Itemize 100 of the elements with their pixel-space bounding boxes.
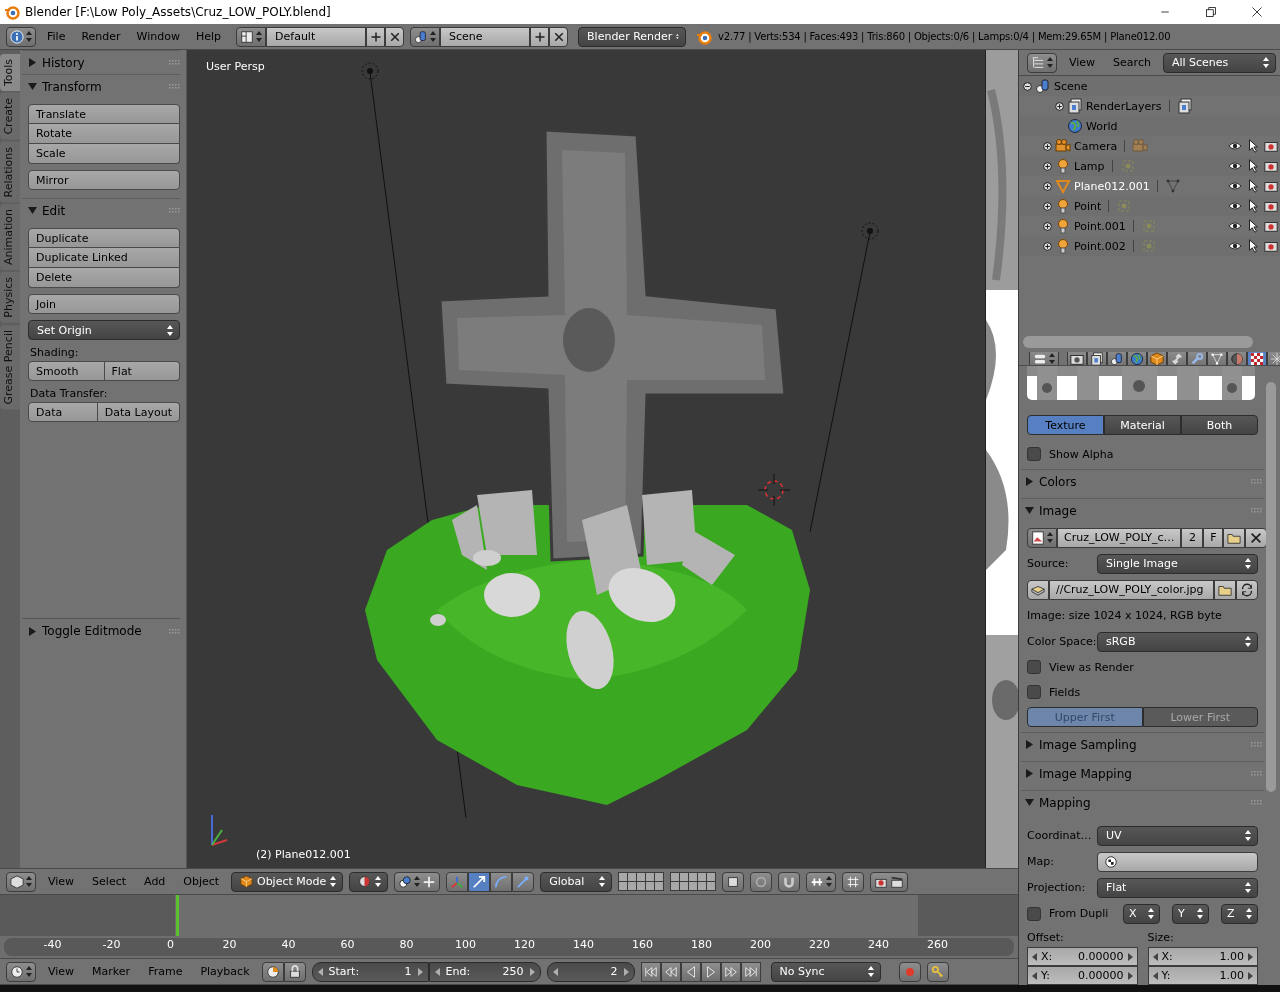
render-button[interactable] [870, 871, 909, 892]
tool-button[interactable]: Scale [28, 144, 180, 164]
menu-item[interactable]: Playback [194, 965, 256, 978]
menu-item[interactable]: Render [76, 30, 126, 43]
decrement-arrow-icon[interactable] [1032, 971, 1037, 980]
render-camera-icon[interactable] [1264, 239, 1278, 253]
sidebar-tab[interactable]: Grease Pencil [0, 324, 20, 410]
eye-icon[interactable] [1228, 219, 1242, 233]
increment-arrow-icon[interactable] [1248, 952, 1253, 961]
editor-type-button[interactable] [6, 961, 36, 982]
orientation-dropdown[interactable]: Global [540, 871, 613, 892]
panel-title[interactable]: Image Sampling [1039, 737, 1137, 752]
axis-dropdown[interactable]: X [1123, 903, 1160, 924]
menu-item[interactable]: View [42, 965, 81, 978]
add-button[interactable] [530, 26, 550, 47]
open-file-button[interactable] [1223, 527, 1246, 548]
expand-icon[interactable] [1043, 241, 1052, 251]
coordinates-dropdown[interactable]: UV [1097, 825, 1258, 846]
translate-tool-button[interactable] [468, 871, 491, 892]
expand-triangle-icon[interactable] [1025, 769, 1034, 778]
grip-icon[interactable] [1251, 771, 1262, 776]
scene-browse-button[interactable] [410, 26, 441, 47]
segment-button[interactable]: Material [1104, 415, 1181, 435]
decrement-arrow-icon[interactable] [317, 967, 323, 976]
number-field[interactable]: X: 1.00 [1147, 947, 1258, 966]
globe-icon[interactable] [1067, 118, 1083, 134]
decrement-arrow-icon[interactable] [552, 967, 558, 976]
number-field[interactable]: Y: 0.00000 [1027, 966, 1138, 985]
mode-dropdown[interactable]: Object Mode [231, 871, 344, 892]
mesh-data-icon[interactable] [1164, 178, 1181, 194]
start-frame-field[interactable]: Start: 1 [311, 961, 429, 982]
editor-type-button[interactable] [6, 26, 36, 47]
tree-item[interactable]: Plane012.001 [1074, 179, 1150, 193]
decrement-arrow-icon[interactable] [1032, 952, 1037, 961]
menu-item[interactable]: Marker [86, 965, 137, 978]
expand-icon[interactable] [1043, 221, 1052, 231]
delete-button[interactable] [385, 26, 405, 47]
render-camera-icon[interactable] [1264, 159, 1278, 173]
segment-button[interactable]: Lower First [1142, 707, 1258, 727]
sidebar-tab[interactable]: Tools [0, 54, 20, 92]
tree-item[interactable]: Point.002 [1074, 239, 1126, 253]
sidebar-tab[interactable]: Animation [0, 204, 20, 271]
3d-cursor-icon[interactable] [757, 473, 791, 507]
decrement-arrow-icon[interactable] [1152, 971, 1158, 980]
display-mode-dropdown[interactable]: All Scenes [1162, 52, 1276, 73]
tool-button[interactable]: Delete [28, 268, 180, 288]
map-field[interactable] [1097, 851, 1258, 872]
panel-title[interactable]: Colors [1039, 474, 1077, 489]
eye-icon[interactable] [1228, 239, 1242, 253]
menu-item[interactable]: View [42, 875, 81, 888]
tool-button[interactable]: Mirror [28, 170, 180, 190]
users-count[interactable]: 2 [1181, 527, 1204, 548]
increment-arrow-icon[interactable] [1248, 971, 1253, 980]
expand-icon[interactable] [1043, 161, 1052, 171]
decrement-arrow-icon[interactable] [1152, 952, 1158, 961]
tree-item[interactable]: Point.001 [1074, 219, 1126, 233]
playback-button[interactable] [680, 961, 701, 982]
menu-item[interactable]: View [1063, 56, 1102, 69]
menu-item[interactable]: Help [190, 30, 227, 43]
menu-item[interactable]: Frame [142, 965, 189, 978]
grip-icon[interactable] [1251, 508, 1262, 513]
cursor-icon[interactable] [1246, 199, 1260, 213]
playback-button[interactable] [660, 961, 681, 982]
editor-type-button[interactable] [6, 871, 36, 892]
cursor-icon[interactable] [1246, 219, 1260, 233]
tool-button[interactable]: Translate [28, 104, 180, 124]
panel-title[interactable]: Image Mapping [1039, 766, 1132, 781]
tree-item[interactable]: RenderLayers [1086, 99, 1162, 113]
tree-item[interactable]: Lamp [1074, 159, 1105, 173]
cursor-icon[interactable] [1246, 139, 1260, 153]
increment-arrow-icon[interactable] [623, 967, 629, 976]
number-field[interactable]: Y: 1.00 [1147, 966, 1258, 985]
layers-icon[interactable] [1067, 98, 1083, 114]
collapse-triangle-icon[interactable] [28, 206, 37, 215]
snap-button[interactable] [778, 871, 801, 892]
scene-name-field[interactable]: Scene [440, 26, 531, 47]
snap-target-button[interactable] [842, 871, 865, 892]
sidebar-tab[interactable]: Relations [0, 141, 20, 203]
expand-triangle-icon[interactable] [28, 626, 37, 636]
render-camera-icon[interactable] [1264, 199, 1278, 213]
panel-title[interactable]: History [42, 55, 85, 70]
collapse-triangle-icon[interactable] [28, 82, 37, 91]
increment-arrow-icon[interactable] [529, 967, 535, 976]
sync-dropdown[interactable]: No Sync [770, 961, 881, 982]
panel-title[interactable]: Image [1039, 503, 1077, 518]
tree-item[interactable]: Point [1074, 199, 1102, 213]
playback-button[interactable] [700, 961, 721, 982]
lightbulb-icon[interactable] [1055, 218, 1071, 234]
grip-icon[interactable] [1251, 479, 1262, 484]
menu-item[interactable]: Window [131, 30, 185, 43]
expand-icon[interactable] [1043, 181, 1052, 191]
render-engine-dropdown[interactable]: Blender Render [578, 26, 687, 47]
tool-button[interactable]: Duplicate Linked [28, 248, 180, 268]
panel-title[interactable]: Edit [42, 203, 66, 218]
grip-icon[interactable] [169, 628, 180, 634]
tool-button[interactable]: Join [28, 294, 180, 314]
cursor-icon[interactable] [1246, 159, 1260, 173]
axes-button[interactable] [446, 871, 469, 892]
render-camera-icon[interactable] [1264, 139, 1278, 153]
menu-item[interactable]: Add [138, 875, 172, 888]
